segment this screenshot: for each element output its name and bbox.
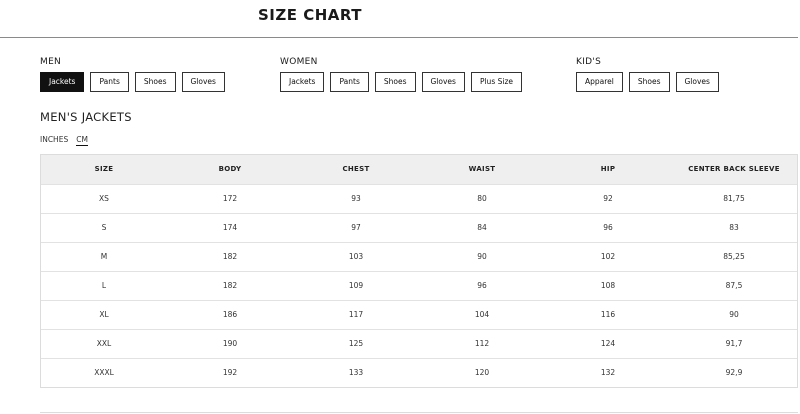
column-header: WAIST bbox=[419, 155, 545, 184]
button-row-women: Jackets Pants Shoes Gloves Plus Size bbox=[280, 72, 522, 92]
unit-cm[interactable]: CM bbox=[76, 135, 88, 146]
group-label-women: WOMEN bbox=[280, 57, 318, 67]
size-table: SIZE BODY CHEST WAIST HIP CENTER BACK SLEEVE … bbox=[40, 154, 798, 388]
table-cell: XXL bbox=[41, 328, 167, 358]
table-cell: 186 bbox=[167, 299, 293, 329]
table-cell: 81,75 bbox=[671, 183, 797, 213]
tab-women-shoes[interactable]: Shoes bbox=[374, 72, 416, 92]
section-title: MEN'S JACKETS bbox=[40, 110, 132, 124]
table-body: XS 172 93 80 92 81,75 S 174 97 84 96 83 M 182 103 90 102… bbox=[41, 183, 797, 387]
table-cell: 172 bbox=[167, 183, 293, 213]
tab-men-shoes[interactable]: Shoes bbox=[134, 72, 176, 92]
table-cell: 97 bbox=[293, 212, 419, 242]
table-cell: 96 bbox=[419, 270, 545, 300]
table-cell: 90 bbox=[419, 241, 545, 271]
group-label-men: MEN bbox=[40, 57, 62, 67]
table-cell: 102 bbox=[545, 241, 671, 271]
table-row: XXL 190 125 112 124 91,7 bbox=[41, 328, 797, 358]
table-row: S 174 97 84 96 83 bbox=[41, 212, 797, 242]
table-row: M 182 103 90 102 85,25 bbox=[41, 241, 797, 271]
page-title: SIZE CHART bbox=[257, 6, 362, 24]
unit-toggle: INCHES CM bbox=[40, 135, 88, 146]
table-cell: 182 bbox=[167, 270, 293, 300]
table-row: XS 172 93 80 92 81,75 bbox=[41, 183, 797, 213]
header-divider bbox=[0, 37, 798, 38]
table-cell: 112 bbox=[419, 328, 545, 358]
table-cell: L bbox=[41, 270, 167, 300]
tab-women-plus-size[interactable]: Plus Size bbox=[470, 72, 522, 92]
button-row-men: Jackets Pants Shoes Gloves bbox=[40, 72, 225, 92]
table-cell: 124 bbox=[545, 328, 671, 358]
group-label-kids: KID'S bbox=[576, 57, 602, 67]
category-group-kids: KID'S Apparel Shoes Gloves bbox=[576, 57, 719, 92]
table-cell: XL bbox=[41, 299, 167, 329]
table-cell: M bbox=[41, 241, 167, 271]
table-cell: 120 bbox=[419, 357, 545, 387]
table-cell: 133 bbox=[293, 357, 419, 387]
table-cell: 132 bbox=[545, 357, 671, 387]
table-cell: 83 bbox=[671, 212, 797, 242]
unit-inches[interactable]: INCHES bbox=[40, 135, 68, 146]
table-cell: 90 bbox=[671, 299, 797, 329]
column-header: SIZE bbox=[41, 155, 167, 184]
table-cell: 190 bbox=[167, 328, 293, 358]
column-header: CHEST bbox=[293, 155, 419, 184]
table-cell: 104 bbox=[419, 299, 545, 329]
column-header: HIP bbox=[545, 155, 671, 184]
column-header: BODY bbox=[167, 155, 293, 184]
table-cell: 87,5 bbox=[671, 270, 797, 300]
tab-women-gloves[interactable]: Gloves bbox=[421, 72, 465, 92]
tab-kids-shoes[interactable]: Shoes bbox=[628, 72, 670, 92]
category-group-men: MEN Jackets Pants Shoes Gloves bbox=[40, 57, 225, 92]
button-row-kids: Apparel Shoes Gloves bbox=[576, 72, 719, 92]
tab-men-jackets[interactable]: Jackets bbox=[40, 72, 85, 92]
table-cell: 80 bbox=[419, 183, 545, 213]
table-cell: 108 bbox=[545, 270, 671, 300]
table-cell: 116 bbox=[545, 299, 671, 329]
table-header-row: SIZE BODY CHEST WAIST HIP CENTER BACK SLEEVE bbox=[41, 155, 797, 184]
table-cell: 92 bbox=[545, 183, 671, 213]
table-row: XXXL 192 133 120 132 92,9 bbox=[41, 357, 797, 387]
category-group-women: WOMEN Jackets Pants Shoes Gloves Plus Size bbox=[280, 57, 522, 92]
tab-men-gloves[interactable]: Gloves bbox=[181, 72, 225, 92]
table-cell: 91,7 bbox=[671, 328, 797, 358]
table-cell: 182 bbox=[167, 241, 293, 271]
table-cell: 192 bbox=[167, 357, 293, 387]
table-cell: 85,25 bbox=[671, 241, 797, 271]
table-cell: 92,9 bbox=[671, 357, 797, 387]
table-row: XL 186 117 104 116 90 bbox=[41, 299, 797, 329]
table-cell: 93 bbox=[293, 183, 419, 213]
footer-divider bbox=[40, 412, 798, 413]
table-cell: 103 bbox=[293, 241, 419, 271]
column-header: CENTER BACK SLEEVE bbox=[671, 155, 797, 184]
table-cell: 174 bbox=[167, 212, 293, 242]
table-cell: 84 bbox=[419, 212, 545, 242]
table-cell: 125 bbox=[293, 328, 419, 358]
table-cell: 96 bbox=[545, 212, 671, 242]
table-cell: XXXL bbox=[41, 357, 167, 387]
tab-kids-gloves[interactable]: Gloves bbox=[675, 72, 719, 92]
table-cell: XS bbox=[41, 183, 167, 213]
table-cell: 117 bbox=[293, 299, 419, 329]
tab-kids-apparel[interactable]: Apparel bbox=[576, 72, 623, 92]
table-row: L 182 109 96 108 87,5 bbox=[41, 270, 797, 300]
tab-women-pants[interactable]: Pants bbox=[330, 72, 369, 92]
table-cell: 109 bbox=[293, 270, 419, 300]
tab-men-pants[interactable]: Pants bbox=[90, 72, 129, 92]
table-cell: S bbox=[41, 212, 167, 242]
tab-women-jackets[interactable]: Jackets bbox=[280, 72, 325, 92]
